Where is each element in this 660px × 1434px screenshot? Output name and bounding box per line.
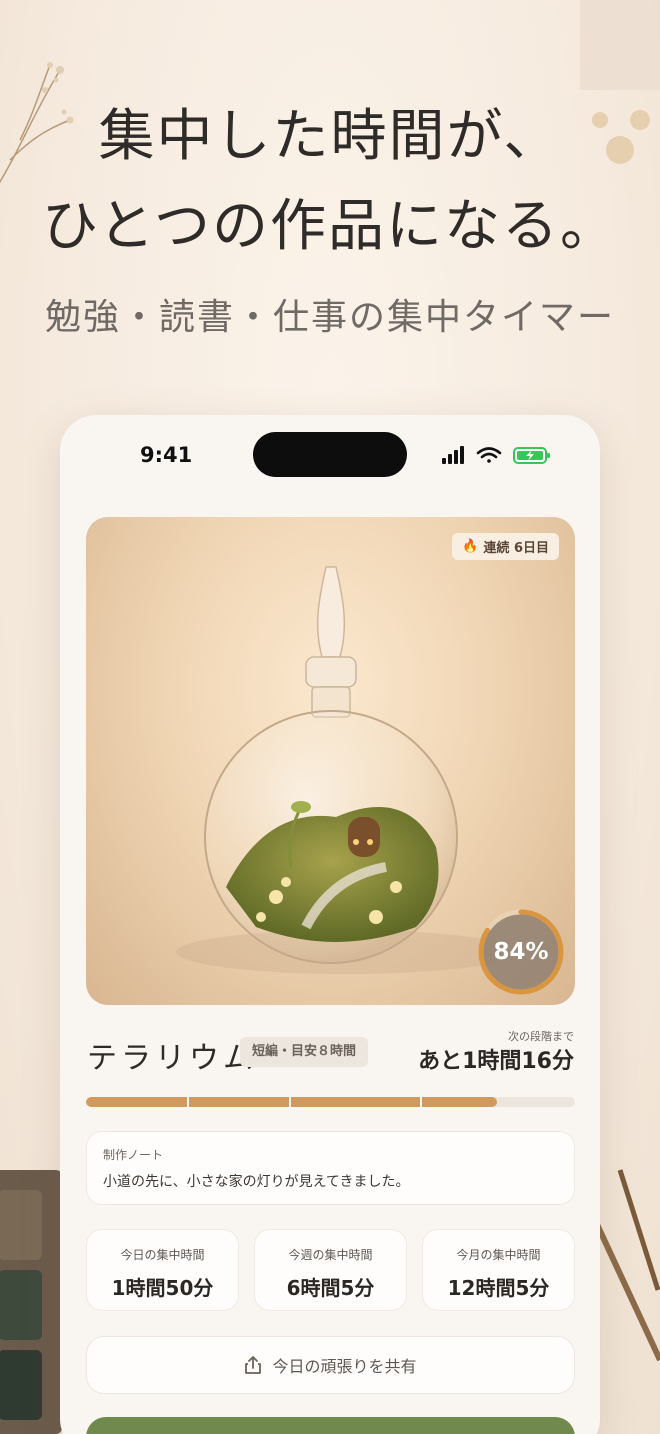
headline-line-2: ひとつの作品になる。 [41, 194, 619, 259]
share-label: 今日の頑張りを共有 [272, 1357, 417, 1376]
progress-segment-divider [420, 1097, 422, 1107]
wifi-icon [476, 447, 502, 463]
stat-month-value: 12時間5分 [447, 1276, 550, 1300]
production-note-card: 制作ノート 小道の先に、小さな家の灯りが見えてきました。 [86, 1131, 575, 1205]
promo-headline: 集中した時間が、 ひとつの作品になる。 [0, 92, 660, 272]
stat-week-value: 6時間5分 [286, 1276, 375, 1300]
stat-month-label: 今月の集中時間 [456, 1248, 541, 1262]
streak-badge: 🔥 連続 6日目 [452, 533, 559, 560]
stat-week: 今週の集中時間 6時間5分 [254, 1229, 407, 1311]
status-icons [442, 446, 550, 464]
work-progress-bar [86, 1097, 575, 1107]
artwork-terrarium: 🔥 連続 6日目 84% [86, 517, 575, 1005]
battery-charging-icon [513, 447, 550, 464]
watercolor-palette-decoration [0, 1170, 62, 1434]
stat-week-label: 今週の集中時間 [288, 1248, 373, 1262]
progress-percent: 84% [493, 939, 549, 965]
flame-icon: 🔥 [462, 539, 479, 554]
progress-segment-divider [289, 1097, 291, 1107]
progress-segment-divider [187, 1097, 189, 1107]
stat-today-value: 1時間50分 [111, 1276, 214, 1300]
focus-stats: 今日の集中時間 1時間50分 今週の集中時間 6時間5分 今月の集中時間 12時… [86, 1229, 575, 1311]
promo-subheadline: 勉強・読書・仕事の集中タイマー [44, 297, 615, 338]
progress-ring: 84% [476, 907, 566, 997]
dynamic-island [253, 432, 407, 477]
status-time: 9:41 [140, 443, 193, 467]
next-stage-value: あと1時間16分 [418, 1049, 574, 1074]
streak-label: 連続 6日目 [483, 541, 549, 556]
stat-month: 今月の集中時間 12時間5分 [422, 1229, 575, 1311]
share-button[interactable]: 今日の頑張りを共有 [86, 1336, 575, 1394]
stat-today-label: 今日の集中時間 [120, 1248, 205, 1262]
work-title: テラリウム [87, 1041, 257, 1076]
note-label: 制作ノート [103, 1148, 164, 1162]
phone-frame: 9:41 🔥 連続 6日目 84% テラリウム 短編・目安８時間 次の段階まで … [60, 415, 600, 1434]
next-stage-label: 次の段階まで [508, 1030, 574, 1043]
work-tag: 短編・目安８時間 [240, 1037, 369, 1067]
signal-icon [442, 446, 464, 464]
primary-action-button[interactable] [86, 1417, 575, 1434]
stat-today: 今日の集中時間 1時間50分 [86, 1229, 239, 1311]
headline-line-1: 集中した時間が、 [98, 104, 562, 169]
paintbrush-decoration [592, 1169, 660, 1362]
share-icon [245, 1356, 262, 1374]
note-text: 小道の先に、小さな家の灯りが見えてきました。 [103, 1174, 410, 1190]
work-progress-fill [86, 1097, 497, 1107]
